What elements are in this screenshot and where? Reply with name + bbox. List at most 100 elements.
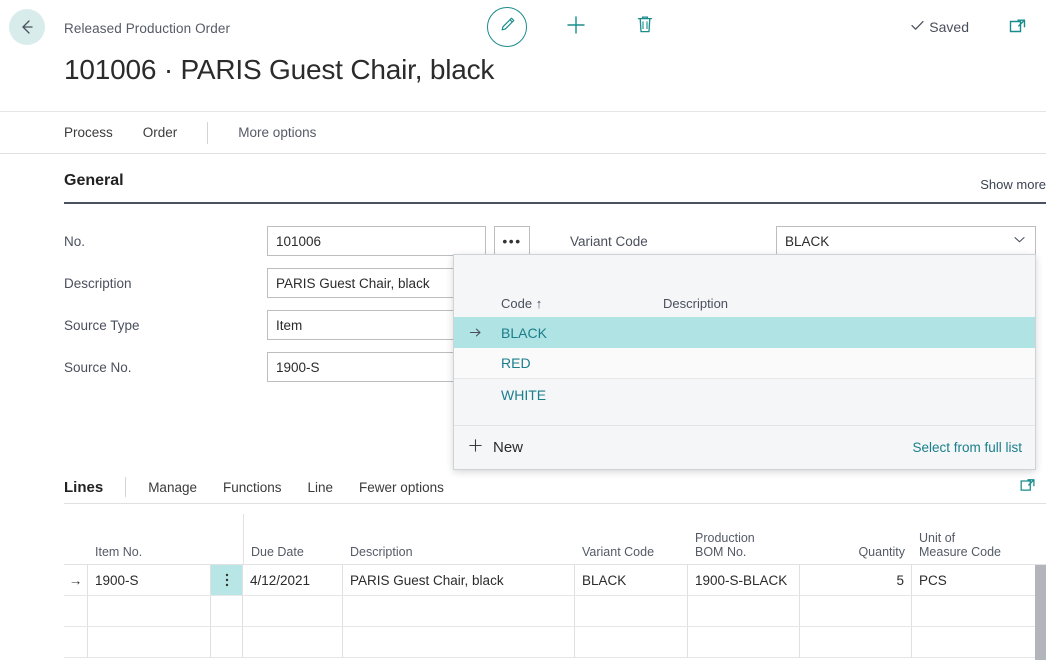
- edit-button[interactable]: [487, 7, 527, 47]
- breadcrumb[interactable]: Released Production Order: [64, 21, 230, 36]
- field-no-value: 101006: [276, 234, 321, 249]
- lines-menu-fewer-options[interactable]: Fewer options: [359, 480, 444, 495]
- general-section-header: General Show more: [64, 172, 1046, 204]
- cell-description[interactable]: [343, 596, 575, 626]
- lines-expand-button[interactable]: [1018, 476, 1038, 501]
- leader-dots: [655, 235, 768, 248]
- lines-section-header: Lines Manage Functions Line Fewer option…: [64, 471, 1046, 504]
- dropdown-column-description[interactable]: Description: [663, 296, 728, 311]
- cell-item-no[interactable]: [88, 627, 211, 657]
- cell-item-no[interactable]: [88, 596, 211, 626]
- table-row[interactable]: → 1900-S 4/12/2021 PARIS Guest Chair, bl…: [64, 565, 1046, 596]
- row-menu-button[interactable]: [211, 627, 243, 657]
- lines-divider: [125, 477, 126, 497]
- delete-button[interactable]: [625, 7, 665, 47]
- dropdown-option-red[interactable]: RED: [454, 348, 1035, 379]
- arrow-left-icon: [17, 17, 37, 37]
- plus-icon: [467, 437, 484, 458]
- cell-quantity[interactable]: [800, 627, 912, 657]
- cell-production-bom-no[interactable]: [688, 596, 800, 626]
- cell-variant-code[interactable]: [575, 596, 688, 626]
- grid-vertical-scrollbar[interactable]: [1035, 565, 1046, 660]
- dropdown-column-code[interactable]: Code ↑: [501, 296, 542, 311]
- general-title: General: [64, 172, 124, 189]
- cell-production-bom-no[interactable]: [688, 627, 800, 657]
- cell-unit-of-measure-code[interactable]: PCS: [912, 565, 1035, 595]
- field-no-input[interactable]: 101006: [267, 226, 486, 256]
- table-row[interactable]: [64, 596, 1046, 627]
- cell-due-date[interactable]: 4/12/2021: [243, 565, 343, 595]
- variant-code-combobox[interactable]: BLACK: [776, 226, 1036, 256]
- dropdown-footer: New Select from full list: [454, 425, 1035, 469]
- saved-status: Saved: [909, 17, 969, 37]
- ellipsis-icon: •••: [502, 234, 521, 248]
- open-in-new-window-button[interactable]: [1007, 16, 1029, 43]
- ribbon-item-process[interactable]: Process: [64, 125, 113, 140]
- dropdown-header: Code ↑ Description: [454, 255, 1035, 317]
- variant-code-value: BLACK: [785, 234, 829, 249]
- cell-due-date[interactable]: [243, 627, 343, 657]
- saved-label: Saved: [929, 19, 969, 35]
- variant-code-dropdown: Code ↑ Description BLACK RED WHITE: [453, 254, 1036, 470]
- dropdown-new-label: New: [493, 439, 523, 456]
- lines-menu-line[interactable]: Line: [308, 480, 334, 495]
- new-button[interactable]: [556, 7, 596, 47]
- field-source-type-label: Source Type: [64, 318, 140, 333]
- cell-unit-of-measure-code[interactable]: [912, 596, 1035, 626]
- cell-item-no[interactable]: 1900-S: [88, 565, 211, 595]
- field-source-no-label: Source No.: [64, 360, 132, 375]
- cell-production-bom-no[interactable]: 1900-S-BLACK: [688, 565, 800, 595]
- cell-variant-code[interactable]: BLACK: [575, 565, 688, 595]
- grid-header-variant-code[interactable]: Variant Code: [575, 514, 688, 564]
- field-variant-code: Variant Code: [570, 226, 775, 256]
- record-actions: [487, 7, 665, 47]
- field-description-label: Description: [64, 276, 132, 291]
- cell-quantity[interactable]: 5: [800, 565, 912, 595]
- grid-header-item-no[interactable]: Item No.: [88, 514, 243, 564]
- cell-due-date[interactable]: [243, 596, 343, 626]
- pencil-icon: [498, 15, 517, 39]
- dropdown-option-label: WHITE: [501, 387, 546, 403]
- page-title: 101006 · PARIS Guest Chair, black: [64, 54, 494, 86]
- grid-header-production-bom-no[interactable]: ProductionBOM No.: [688, 514, 800, 564]
- row-indicator: →: [64, 565, 88, 595]
- trash-icon: [635, 14, 655, 40]
- field-variant-code-label: Variant Code: [570, 234, 648, 249]
- field-description-value: PARIS Guest Chair, black: [276, 276, 430, 291]
- lines-menu-functions[interactable]: Functions: [223, 480, 282, 495]
- lines-menu-manage[interactable]: Manage: [148, 480, 197, 495]
- cell-quantity[interactable]: [800, 596, 912, 626]
- row-menu-button[interactable]: [211, 596, 243, 626]
- cell-variant-code[interactable]: [575, 627, 688, 657]
- cell-description[interactable]: [343, 627, 575, 657]
- grid-header-quantity[interactable]: Quantity: [800, 514, 912, 564]
- check-icon: [909, 17, 926, 37]
- cell-unit-of-measure-code[interactable]: [912, 627, 1035, 657]
- select-from-full-list-link[interactable]: Select from full list: [912, 440, 1022, 455]
- lines-grid: Item No. Due Date Description Variant Co…: [64, 514, 1046, 660]
- row-indicator: [64, 627, 88, 657]
- ribbon-item-more-options[interactable]: More options: [238, 125, 316, 140]
- dropdown-option-white[interactable]: WHITE: [454, 379, 1035, 410]
- ribbon-item-order[interactable]: Order: [143, 125, 178, 140]
- cell-description[interactable]: PARIS Guest Chair, black: [343, 565, 575, 595]
- action-ribbon: Process Order More options: [0, 111, 1046, 154]
- top-bar: Released Production Order: [0, 0, 1046, 110]
- vertical-dots-icon: [225, 572, 229, 588]
- ribbon-divider: [207, 122, 208, 144]
- grid-header-unit-of-measure-code[interactable]: Unit ofMeasure Code: [912, 514, 1035, 564]
- row-indicator: [64, 596, 88, 626]
- field-source-type-value: Item: [276, 318, 302, 333]
- dropdown-option-black[interactable]: BLACK: [454, 317, 1035, 348]
- grid-header-due-date[interactable]: Due Date: [243, 514, 343, 564]
- assist-edit-button[interactable]: •••: [494, 226, 530, 256]
- table-row[interactable]: [64, 627, 1046, 658]
- row-menu-button[interactable]: [211, 565, 243, 595]
- grid-header-description[interactable]: Description: [343, 514, 575, 564]
- field-no-label: No.: [64, 234, 85, 249]
- show-more-link[interactable]: Show more: [980, 177, 1046, 192]
- dropdown-new-button[interactable]: New: [467, 437, 523, 458]
- chevron-down-icon[interactable]: [1012, 232, 1027, 250]
- dropdown-option-label: RED: [501, 355, 531, 371]
- back-button[interactable]: [9, 9, 45, 45]
